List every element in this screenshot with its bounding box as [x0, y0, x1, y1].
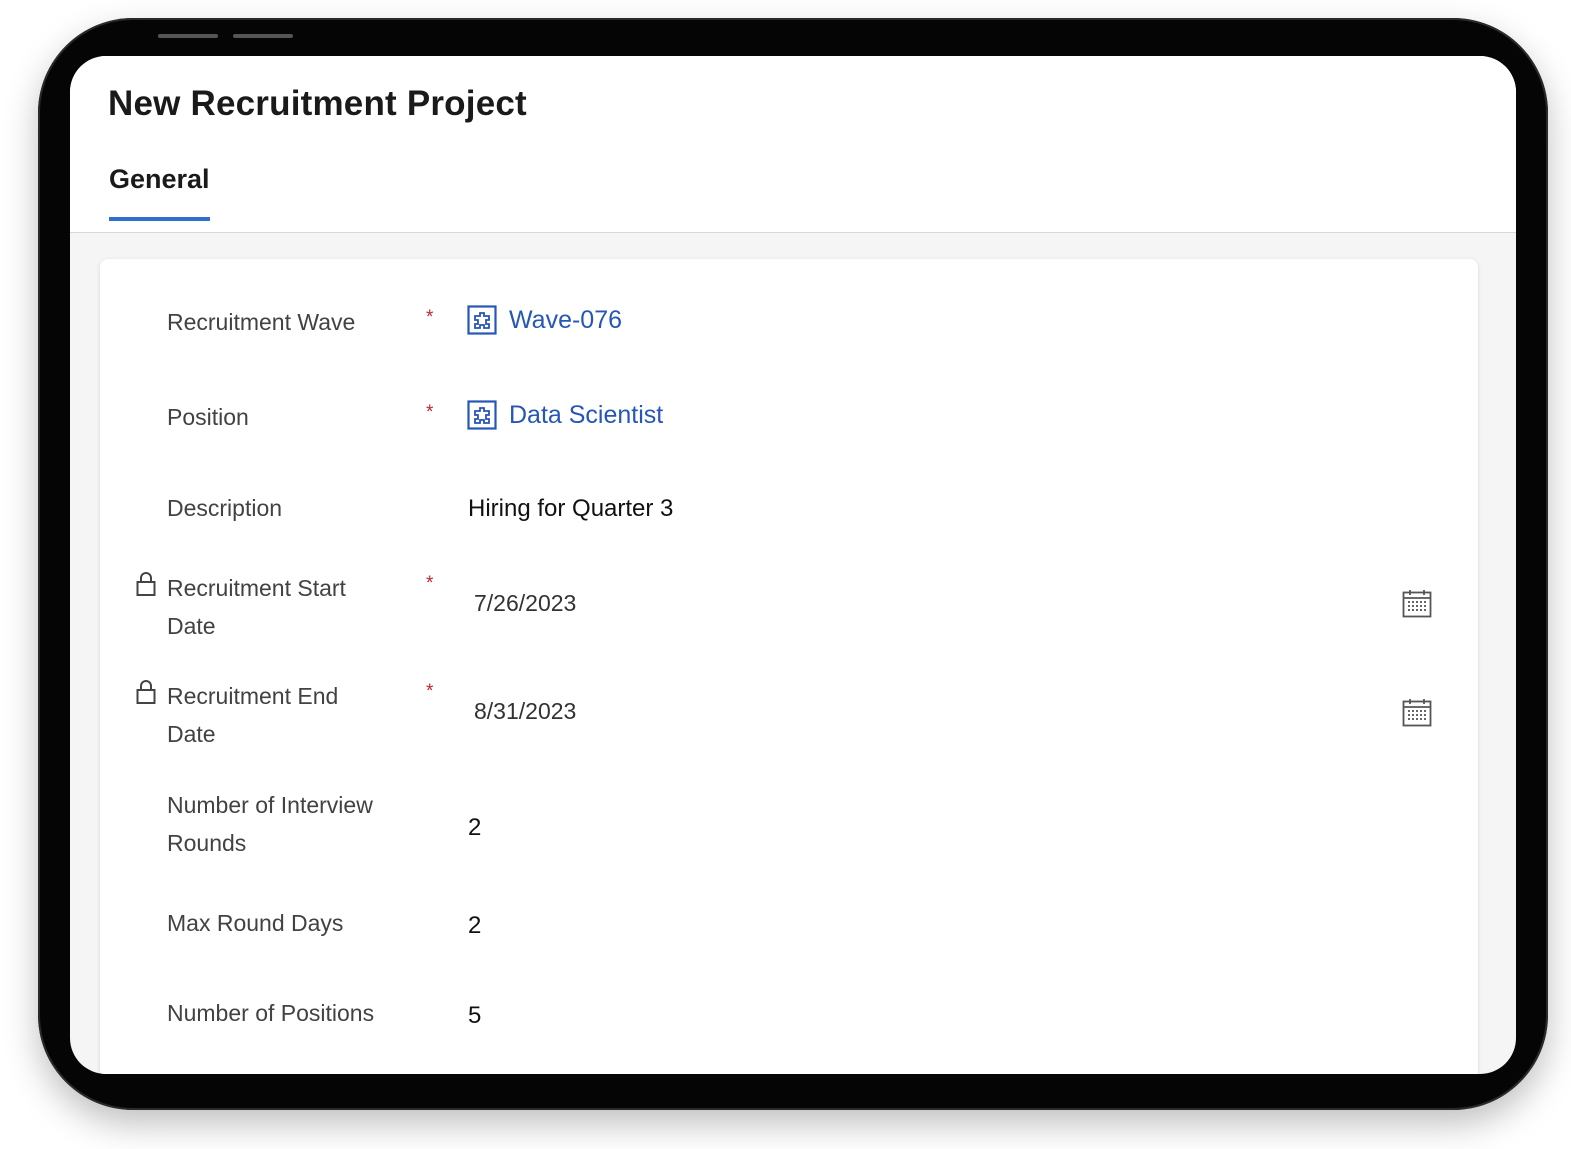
recruitment-wave-lookup[interactable]: Wave-076 [467, 305, 622, 335]
device-button [233, 34, 293, 38]
interview-rounds-input[interactable]: 2 [468, 814, 481, 842]
required-indicator: * [426, 402, 434, 423]
field-label: Number of Positions [167, 1000, 375, 1026]
position-lookup[interactable]: Data Scientist [467, 400, 663, 430]
field-label: Position [167, 404, 249, 430]
required-indicator: * [426, 681, 434, 702]
position-value[interactable]: Data Scientist [509, 401, 663, 430]
tab-general[interactable]: General [109, 164, 210, 221]
field-label: Max Round Days [167, 910, 344, 936]
entity-lookup-icon [467, 305, 497, 335]
page-title: New Recruitment Project [108, 84, 527, 123]
field-label-line: Number of Interview [167, 792, 373, 818]
app-screen: New Recruitment Project General Recruitm… [70, 56, 1516, 1074]
device-button [158, 34, 218, 38]
max-round-days-input[interactable]: 2 [468, 912, 481, 940]
calendar-icon[interactable] [1402, 698, 1432, 728]
general-section-card: Recruitment Wave * Wave-076 Position * D… [100, 259, 1478, 1074]
field-label-line: Recruitment End [167, 683, 339, 709]
form-header: New Recruitment Project General [70, 56, 1516, 233]
field-label: Recruitment Wave [167, 309, 356, 335]
field-label-line: Date [167, 613, 216, 639]
field-label: Recruitment End Date [167, 677, 417, 753]
recruitment-wave-value[interactable]: Wave-076 [509, 306, 622, 335]
entity-lookup-icon [467, 400, 497, 430]
start-date-input[interactable]: 7/26/2023 [474, 590, 576, 617]
description-input[interactable]: Hiring for Quarter 3 [468, 495, 673, 523]
required-indicator: * [426, 307, 434, 328]
lock-icon [136, 680, 156, 704]
field-label: Recruitment Start Date [167, 569, 417, 645]
field-label-line: Date [167, 721, 216, 747]
tablet-device-frame: New Recruitment Project General Recruitm… [38, 18, 1548, 1110]
field-label: Number of Interview Rounds [167, 786, 417, 862]
end-date-input[interactable]: 8/31/2023 [474, 698, 576, 725]
calendar-icon[interactable] [1402, 589, 1432, 619]
field-label-line: Recruitment Start [167, 575, 346, 601]
field-label-line: Rounds [167, 830, 247, 856]
required-indicator: * [426, 573, 434, 594]
number-of-positions-input[interactable]: 5 [468, 1002, 481, 1030]
field-label: Description [167, 495, 283, 521]
lock-icon [136, 572, 156, 596]
